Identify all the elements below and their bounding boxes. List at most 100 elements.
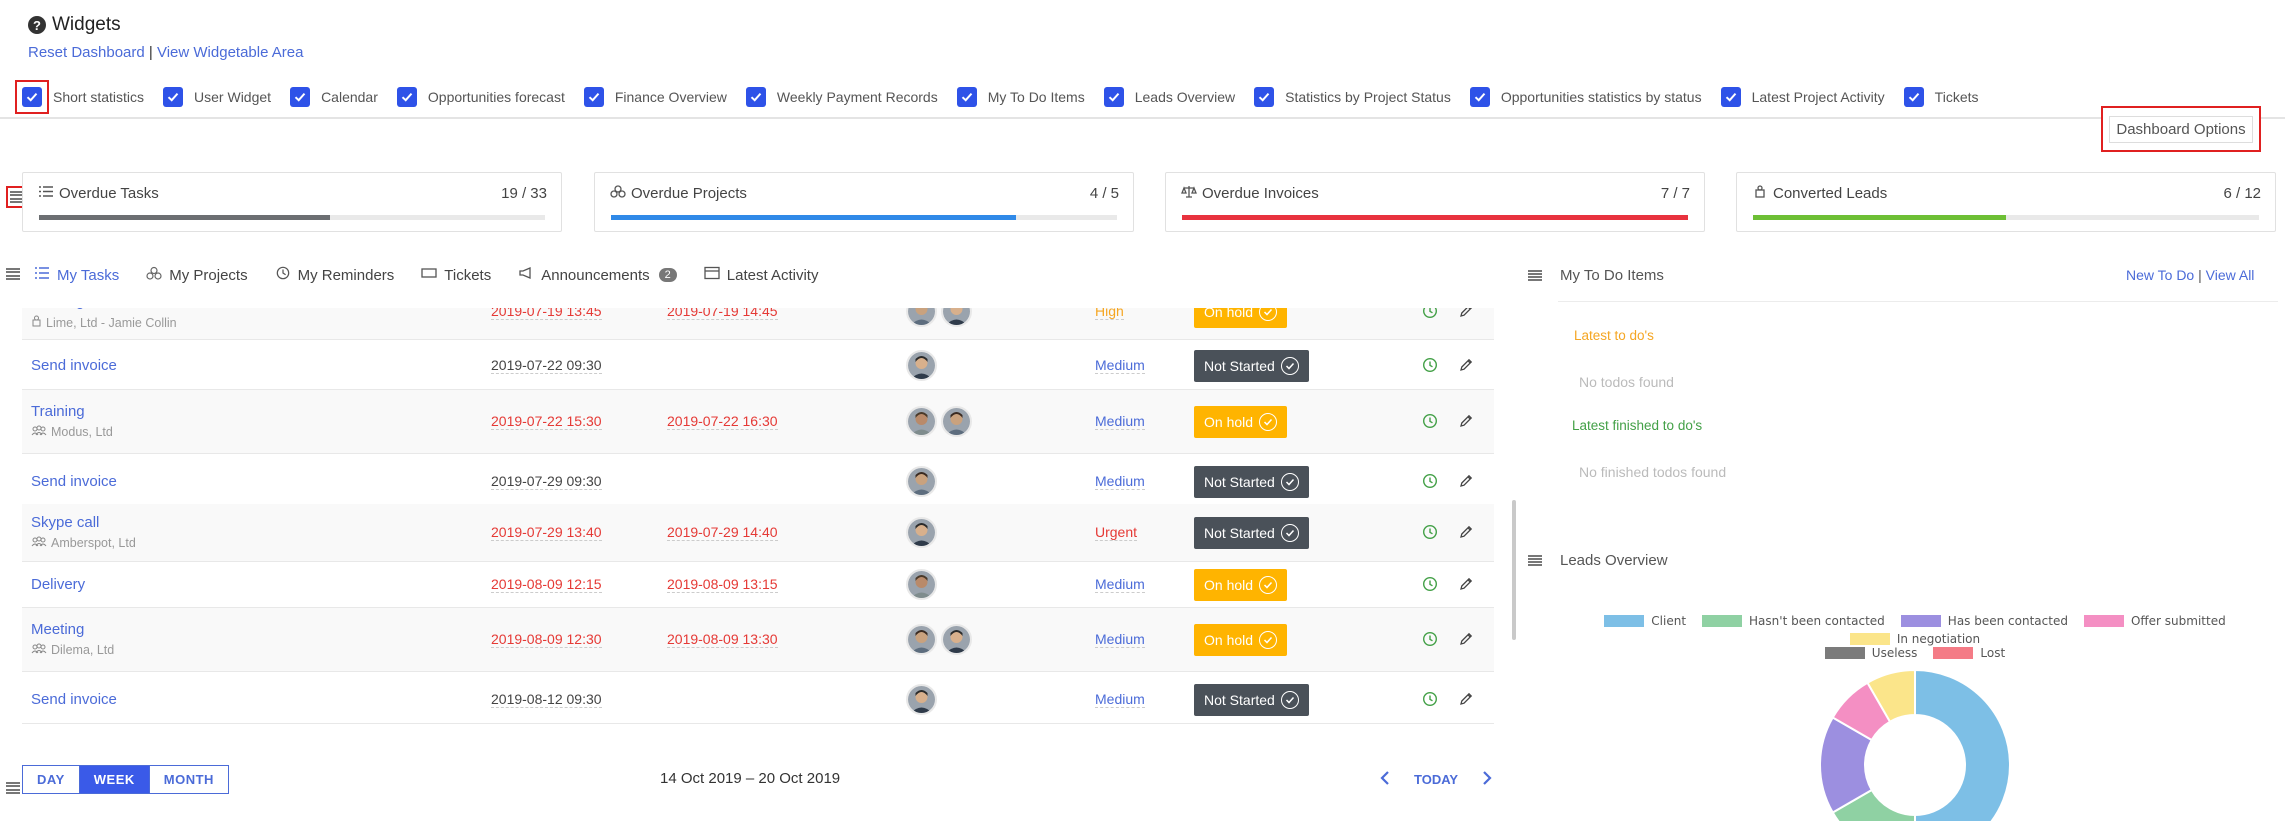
table-row[interactable]: Meeting Lime, Ltd - Jamie Collin 2019-07-1… [22, 308, 1494, 340]
tab-my-projects[interactable]: My Projects [146, 266, 248, 284]
today-button[interactable]: TODAY [1414, 772, 1458, 787]
checkbox[interactable] [956, 87, 977, 107]
chevron-left-icon[interactable] [1380, 771, 1390, 788]
checkbox[interactable] [396, 87, 417, 107]
tab-my-tasks[interactable]: My Tasks [34, 266, 119, 284]
task-related[interactable]: Modus, Ltd [31, 425, 113, 439]
task-priority[interactable]: Medium [1095, 473, 1145, 490]
timer-icon[interactable] [1422, 473, 1438, 492]
edit-icon[interactable] [1458, 413, 1474, 432]
tasks-drag-handle[interactable] [6, 268, 20, 280]
calendar-view-day[interactable]: DAY [23, 766, 80, 793]
widget-toggle[interactable]: Statistics by Project Status [1254, 87, 1451, 107]
avatar[interactable] [906, 624, 937, 655]
table-row[interactable]: Skype call Amberspot, Ltd 2019-07-29 13:40… [22, 504, 1494, 562]
status-badge[interactable]: Not Started [1194, 684, 1309, 716]
legend-item[interactable]: Client [1604, 614, 1686, 628]
status-badge[interactable]: Not Started [1194, 466, 1309, 498]
task-priority[interactable]: Medium [1095, 413, 1145, 430]
timer-icon[interactable] [1422, 524, 1438, 543]
tab-latest-activity[interactable]: Latest Activity [704, 266, 818, 284]
widget-toggle[interactable]: Latest Project Activity [1720, 87, 1885, 107]
task-priority[interactable]: Medium [1095, 631, 1145, 648]
task-name-link[interactable]: Send invoice [31, 473, 117, 490]
stat-card[interactable]: Converted Leads 6 / 12 [1736, 172, 2276, 232]
timer-icon[interactable] [1422, 357, 1438, 376]
task-name-link[interactable]: Delivery [31, 576, 85, 593]
timer-icon[interactable] [1422, 631, 1438, 650]
widget-toggle[interactable]: Tickets [1903, 87, 1979, 107]
task-related[interactable]: Dilema, Ltd [31, 643, 114, 657]
edit-icon[interactable] [1458, 308, 1474, 322]
task-name-link[interactable]: Send invoice [31, 691, 117, 708]
edit-icon[interactable] [1458, 576, 1474, 595]
legend-item[interactable]: Has been contacted [1900, 614, 2068, 628]
table-row[interactable]: Meeting Dilema, Ltd 2019-08-09 12:30 2019-0… [22, 608, 1494, 672]
donut-slice-client[interactable] [1914, 668, 2011, 821]
tab-my-reminders[interactable]: My Reminders [275, 266, 394, 284]
stat-card[interactable]: Overdue Projects 4 / 5 [594, 172, 1134, 232]
help-icon[interactable]: ? [28, 16, 46, 34]
checkbox[interactable] [745, 87, 766, 107]
widget-toggle[interactable]: Weekly Payment Records [745, 87, 938, 107]
task-name-link[interactable]: Meeting [31, 621, 84, 638]
drag-handle-icon[interactable] [1528, 269, 1542, 282]
avatar[interactable] [941, 624, 972, 655]
edit-icon[interactable] [1458, 473, 1474, 492]
edit-icon[interactable] [1458, 357, 1474, 376]
timer-icon[interactable] [1422, 413, 1438, 432]
task-name-link[interactable]: Skype call [31, 514, 99, 531]
task-name-link[interactable]: Training [31, 403, 85, 420]
widget-toggle[interactable]: Calendar [290, 87, 378, 107]
chevron-right-icon[interactable] [1482, 771, 1492, 788]
task-priority[interactable]: Medium [1095, 691, 1145, 708]
tasks-scrollbar[interactable] [1512, 500, 1516, 640]
calendar-view-month[interactable]: MONTH [150, 766, 228, 793]
avatar[interactable] [906, 308, 937, 327]
task-priority[interactable]: Urgent [1095, 524, 1138, 541]
calendar-view-week[interactable]: WEEK [79, 766, 150, 793]
task-related[interactable]: Lime, Ltd - Jamie Collin [31, 315, 177, 330]
status-badge[interactable]: Not Started [1194, 517, 1309, 549]
legend-item[interactable]: In negotiation [1849, 632, 1980, 646]
calendar-drag-handle[interactable] [6, 782, 20, 794]
stat-card[interactable]: Overdue Tasks 19 / 33 [22, 172, 562, 232]
avatar[interactable] [906, 569, 937, 600]
checkbox[interactable] [1903, 87, 1924, 107]
checkbox[interactable] [1720, 87, 1741, 107]
legend-item[interactable]: Hasn't been contacted [1702, 614, 1885, 628]
avatar[interactable] [906, 684, 937, 715]
drag-handle-icon[interactable] [1528, 554, 1542, 567]
checkbox[interactable] [1103, 87, 1124, 107]
widget-toggle[interactable]: Finance Overview [583, 87, 727, 107]
avatar[interactable] [941, 308, 972, 327]
avatar[interactable] [941, 406, 972, 437]
checkbox[interactable] [1469, 87, 1490, 107]
avatar[interactable] [906, 466, 937, 497]
task-priority[interactable]: Medium [1095, 357, 1145, 374]
edit-icon[interactable] [1458, 524, 1474, 543]
tab-announcements[interactable]: Announcements 2 [518, 266, 677, 284]
widget-toggle[interactable]: User Widget [163, 87, 271, 107]
reset-dashboard-link[interactable]: Reset Dashboard [28, 44, 145, 61]
legend-item[interactable]: Offer submitted [2083, 614, 2226, 628]
checkbox[interactable] [1254, 87, 1275, 107]
status-badge[interactable]: On hold [1194, 624, 1288, 656]
table-row[interactable]: Send invoice 2019-07-29 09:30 Medium Not St… [22, 458, 1494, 506]
task-name-link[interactable]: Meeting [31, 308, 84, 310]
widget-toggle[interactable]: Short statistics [15, 80, 144, 114]
edit-icon[interactable] [1458, 631, 1474, 650]
widget-toggle[interactable]: Leads Overview [1103, 87, 1235, 107]
view-widgetable-link[interactable]: View Widgetable Area [157, 44, 303, 61]
task-name-link[interactable]: Send invoice [31, 357, 117, 374]
widget-toggle[interactable]: Opportunities forecast [396, 87, 565, 107]
new-todo-link[interactable]: New To Do [2126, 267, 2194, 283]
edit-icon[interactable] [1458, 691, 1474, 710]
avatar[interactable] [906, 517, 937, 548]
avatar[interactable] [906, 350, 937, 381]
task-priority[interactable]: High [1095, 308, 1124, 320]
avatar[interactable] [906, 406, 937, 437]
status-badge[interactable]: Not Started [1194, 350, 1309, 382]
timer-icon[interactable] [1422, 576, 1438, 595]
status-badge[interactable]: On hold [1194, 569, 1288, 601]
